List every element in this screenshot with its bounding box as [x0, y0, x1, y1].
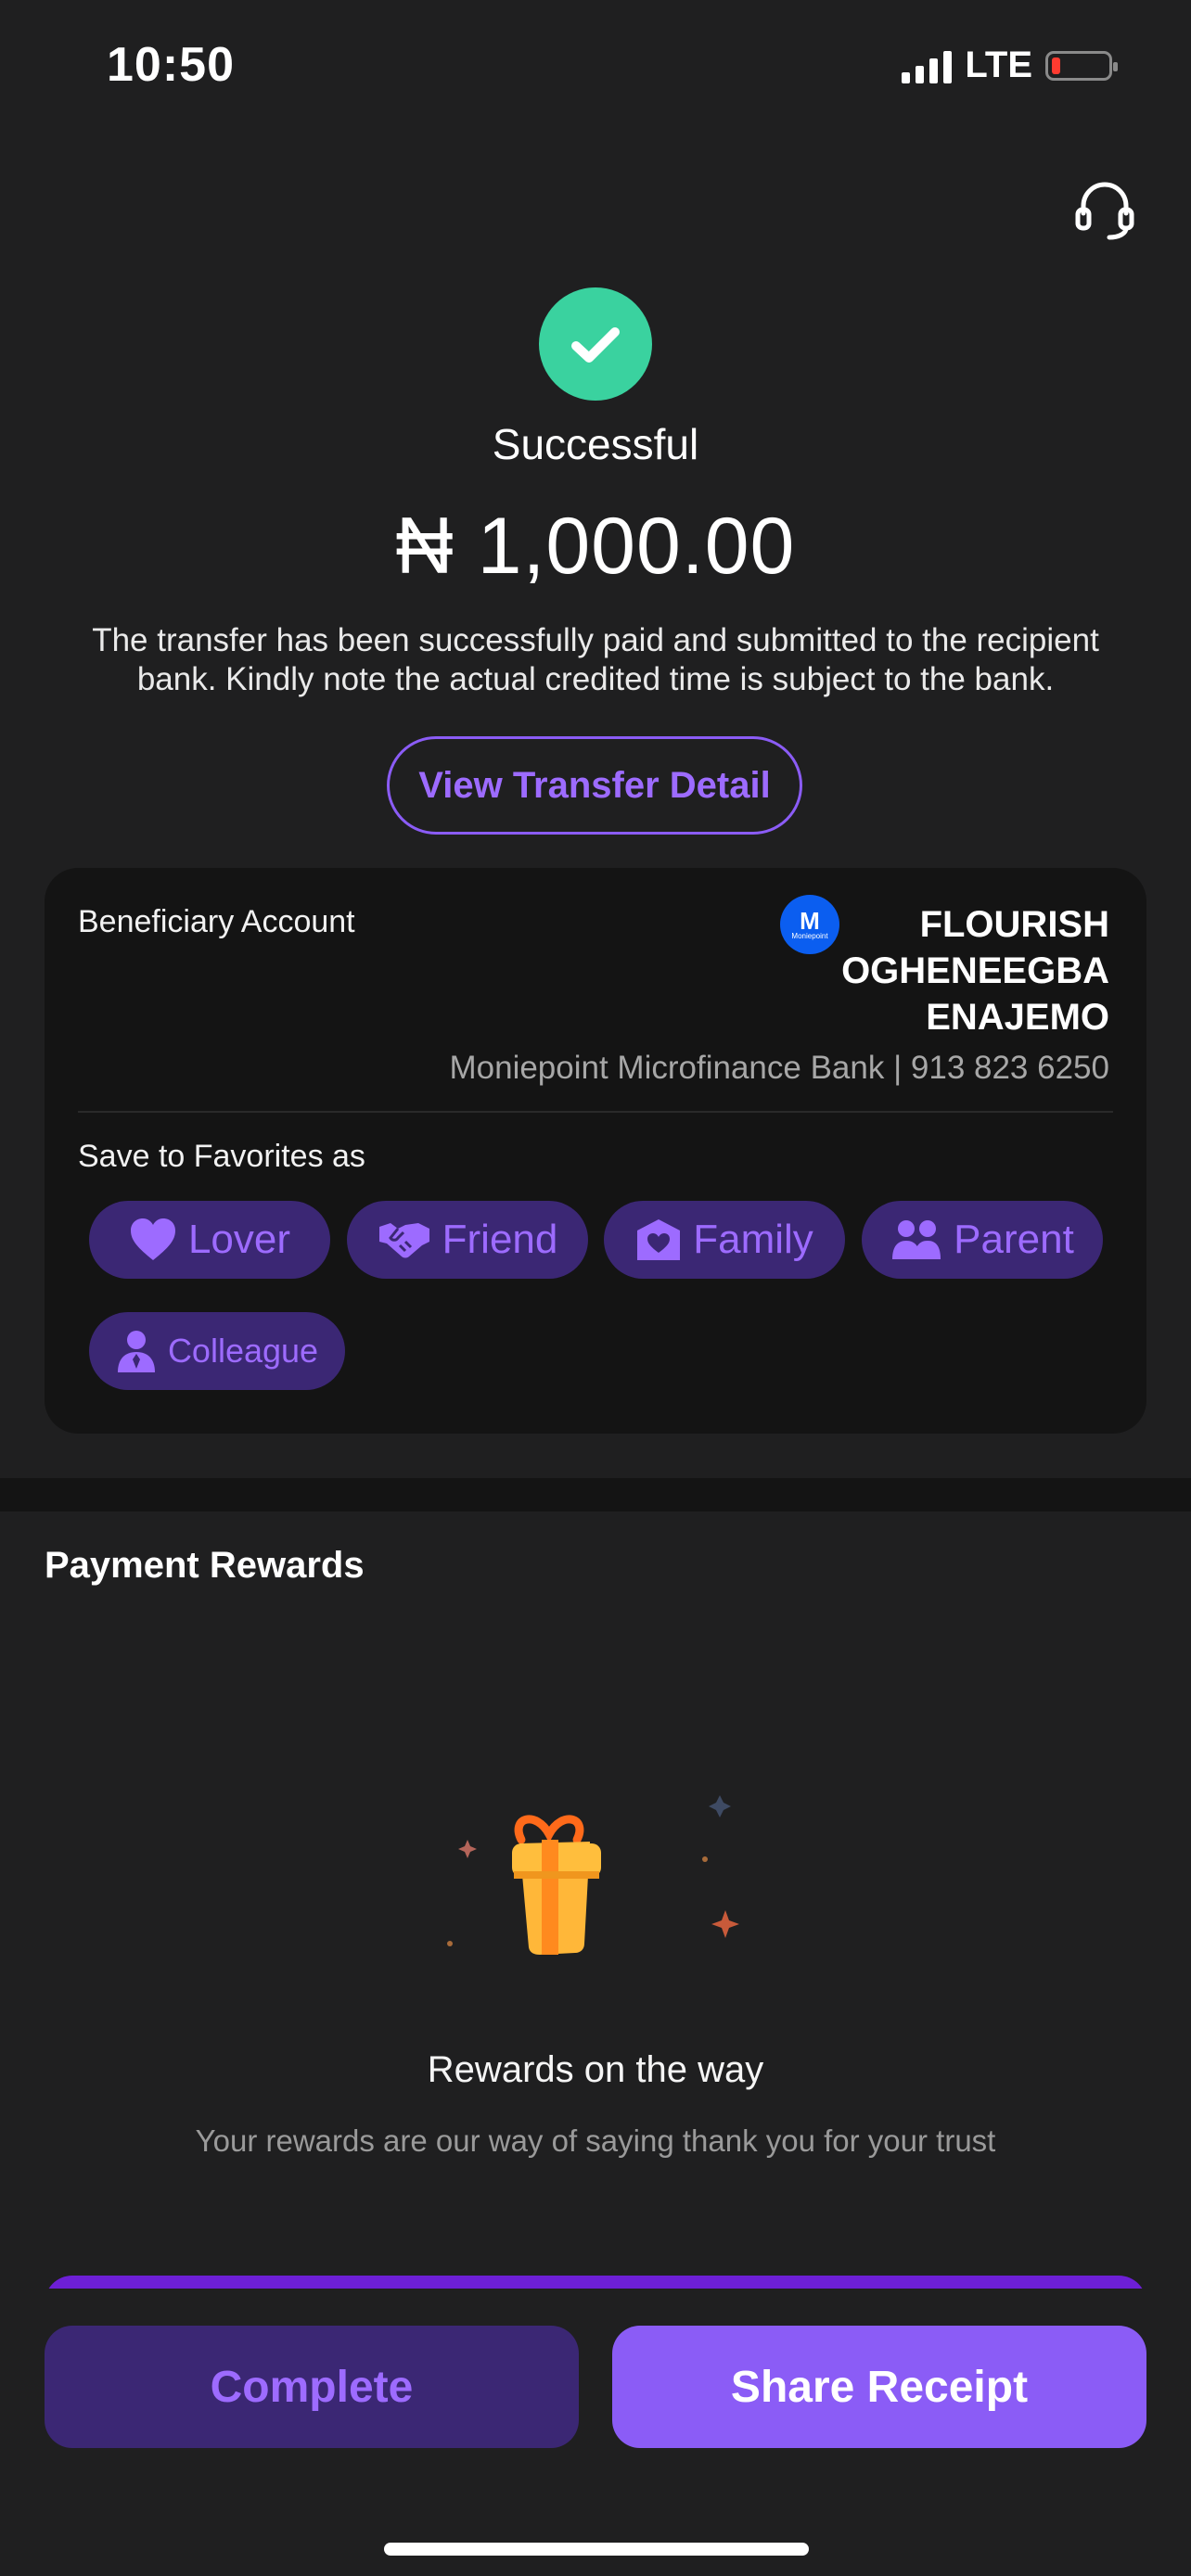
rewards-subtitle: Your rewards are our way of saying thank… — [195, 2123, 996, 2158]
favorite-chip-family[interactable]: Family — [604, 1201, 845, 1279]
favorite-chip-parent[interactable]: Parent — [862, 1201, 1103, 1279]
beneficiary-label: Beneficiary Account — [78, 904, 355, 939]
beneficiary-name: FLOURISH OGHENEEGBA ENAJEMO — [841, 901, 1109, 1040]
favorite-chip-label: Parent — [954, 1217, 1074, 1262]
bank-logo-letter: M — [800, 906, 820, 935]
home-indicator — [384, 2543, 809, 2556]
favorite-chip-label: Colleague — [167, 1332, 319, 1370]
beneficiary-name-line: OGHENEEGBA — [841, 950, 1109, 991]
handshake-icon — [378, 1223, 429, 1258]
beneficiary-name-line: ENAJEMO — [926, 997, 1109, 1038]
beneficiary-bank-account: Moniepoint Microfinance Bank | 913 823 6… — [449, 1050, 1109, 1086]
status-title: Successful — [492, 420, 699, 468]
favorite-chip-label: Family — [693, 1217, 813, 1262]
gift-icon — [436, 1780, 761, 1966]
favorite-chip-label: Friend — [442, 1217, 558, 1262]
person-tie-icon — [117, 1331, 155, 1372]
heart-icon — [130, 1218, 175, 1260]
favorite-chip-colleague[interactable]: Colleague — [89, 1312, 345, 1390]
signal-icon — [902, 48, 953, 83]
complete-button[interactable]: Complete — [45, 2326, 579, 2448]
transfer-message: The transfer has been successfully paid … — [92, 622, 1099, 697]
rewards-title: Payment Rewards — [45, 1545, 365, 1586]
favorite-chip-lover[interactable]: Lover — [89, 1201, 330, 1279]
beneficiary-name-line: FLOURISH — [919, 904, 1109, 945]
status-indicators: LTE — [902, 45, 1118, 86]
share-receipt-button[interactable]: Share Receipt — [612, 2326, 1146, 2448]
network-label: LTE — [965, 45, 1032, 85]
house-heart-icon — [637, 1219, 681, 1260]
favorite-chip-friend[interactable]: Friend — [347, 1201, 588, 1279]
favorites-label: Save to Favorites as — [78, 1139, 365, 1174]
transfer-amount: ₦ 1,000.00 — [395, 502, 796, 591]
rewards-heading: Rewards on the way — [427, 2049, 764, 2090]
view-transfer-detail-button[interactable]: View Transfer Detail — [387, 736, 802, 835]
battery-icon — [1045, 50, 1118, 81]
divider — [78, 1111, 1113, 1113]
section-divider — [0, 1478, 1191, 1511]
favorite-chip-label: Lover — [187, 1217, 291, 1262]
headset-icon[interactable] — [1072, 176, 1137, 241]
people-icon — [892, 1220, 941, 1259]
check-icon — [539, 287, 652, 401]
bank-logo: M Moniepoint — [780, 895, 839, 954]
status-time: 10:50 — [107, 38, 235, 92]
bank-logo-text: Moniepoint — [791, 931, 828, 940]
